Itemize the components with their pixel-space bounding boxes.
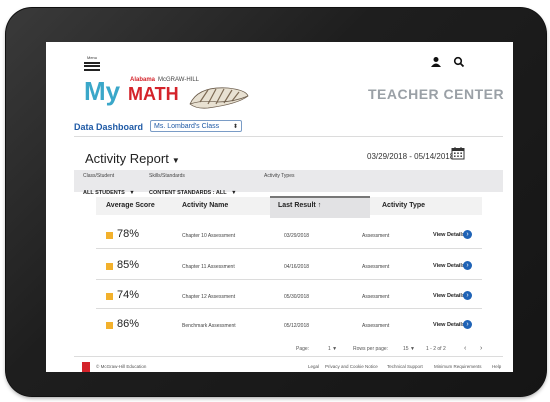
search-icon[interactable] [453, 56, 465, 68]
column-header-last-result[interactable]: Last Result ↑ [278, 202, 321, 209]
score-marker-icon [106, 263, 113, 270]
rows-per-page-value: 15 [403, 346, 409, 352]
select-arrows-icon: ⬍ [232, 124, 238, 130]
view-details-link[interactable]: View Details [433, 293, 465, 299]
activity-name: Chapter 10 Assessment [182, 233, 236, 239]
divider [74, 136, 503, 137]
menu-label: Menu [86, 55, 97, 60]
class-select[interactable]: Ms. Lombard's Class ⬍ [150, 120, 242, 132]
footer-link-privacy[interactable]: Privacy and Cookie Notice [325, 364, 378, 369]
filter-bar: Class/Student ALL STUDENTS ▼ Skills/Stan… [74, 170, 503, 196]
footer-divider [74, 356, 503, 357]
view-details-link[interactable]: View Details [433, 322, 465, 328]
report-title[interactable]: Activity Report ▼ [85, 151, 180, 166]
seashell-icon [189, 87, 249, 109]
portal-title: TEACHER CENTER [368, 86, 505, 102]
hamburger-icon-bar [84, 68, 100, 71]
next-page-icon[interactable]: › [480, 345, 482, 352]
activity-types-label[interactable]: Activity Types [264, 173, 294, 179]
calendar-icon[interactable] [451, 146, 465, 160]
column-header-activity-type[interactable]: Activity Type [382, 202, 425, 209]
activity-name: Benchmark Assessment [182, 323, 236, 329]
activity-name: Chapter 11 Assessment [182, 264, 235, 270]
last-result: 05/12/2018 [284, 323, 310, 329]
user-icon[interactable] [430, 56, 442, 68]
activity-type: Assessment [362, 323, 390, 329]
class-student-label: Class/Student [83, 173, 115, 179]
row-divider [96, 248, 482, 249]
class-select-value: Ms. Lombard's Class [154, 123, 220, 130]
page-select[interactable]: 1 ▼ [328, 346, 337, 352]
column-header-last-result-text: Last Result [278, 202, 316, 209]
data-dashboard-label: Data Dashboard [74, 122, 144, 132]
class-student-value: ALL STUDENTS [83, 190, 125, 196]
chevron-right-icon[interactable]: › [463, 320, 472, 329]
activity-name: Chapter 12 Assessment [182, 294, 236, 300]
skills-standards-label: Skills/Standards [149, 173, 185, 179]
caret-down-icon: ▼ [231, 190, 237, 196]
mymath-logo: My Alabama McGRAW-HILL MATH [84, 74, 264, 114]
view-details-link[interactable]: View Details [433, 263, 465, 269]
chevron-right-icon[interactable]: › [463, 230, 472, 239]
page-select-value: 1 [328, 346, 331, 352]
hamburger-icon-bar [84, 65, 100, 67]
footer-link-minimum-requirements[interactable]: Minimum Requirements [434, 364, 482, 369]
sort-arrow-up-icon: ↑ [317, 202, 322, 209]
average-score: 85% [117, 259, 140, 271]
tablet-device: Menu My Alabama McGRAW-HILL MATH TEACHER… [6, 8, 546, 396]
caret-down-icon: ▼ [129, 190, 135, 196]
view-details-link[interactable]: View Details [433, 232, 465, 238]
score-marker-icon [106, 293, 113, 300]
rows-per-page-label: Rows per page: [353, 346, 389, 352]
logo-state: Alabama [130, 77, 156, 83]
logo-my: My [84, 76, 121, 106]
column-header-average-score[interactable]: Average Score [106, 202, 155, 209]
row-divider [96, 308, 482, 309]
report-title-text: Activity Report [85, 151, 169, 166]
date-range[interactable]: 03/29/2018 - 05/14/2018 [367, 152, 454, 161]
app-screen: Menu My Alabama McGRAW-HILL MATH TEACHER… [46, 42, 513, 372]
last-result: 03/29/2018 [284, 233, 310, 239]
rows-per-page-select[interactable]: 15 ▼ [403, 346, 415, 352]
row-divider [96, 279, 482, 280]
activity-type: Assessment [362, 233, 390, 239]
activity-type: Assessment [362, 264, 390, 270]
hamburger-icon [84, 61, 100, 64]
average-score: 78% [117, 228, 140, 240]
skills-standards-value: CONTENT STANDARDS : ALL [149, 190, 227, 196]
column-header-activity-name[interactable]: Activity Name [182, 202, 228, 209]
footer-link-legal[interactable]: Legal [308, 364, 319, 369]
average-score: 86% [117, 318, 140, 330]
caret-down-icon: ▼ [171, 156, 180, 165]
menu-button[interactable]: Menu [84, 56, 100, 72]
logo-math: MATH [128, 84, 179, 104]
activity-type: Assessment [362, 294, 390, 300]
footer-link-technical-support[interactable]: Technical Support [387, 364, 423, 369]
previous-page-icon[interactable]: ‹ [464, 345, 466, 352]
mcgraw-hill-logo [82, 362, 90, 372]
page-label: Page: [296, 346, 310, 352]
score-marker-icon [106, 232, 113, 239]
pagination-range: 1 - 2 of 2 [426, 346, 446, 352]
chevron-right-icon[interactable]: › [463, 291, 472, 300]
last-result: 05/30/2018 [284, 294, 310, 300]
score-marker-icon [106, 322, 113, 329]
chevron-right-icon[interactable]: › [463, 261, 472, 270]
last-result: 04/16/2018 [284, 264, 310, 270]
footer-link-help[interactable]: Help [492, 364, 501, 369]
copyright-text: © McGraw-Hill Education [96, 364, 147, 369]
average-score: 74% [117, 289, 140, 301]
